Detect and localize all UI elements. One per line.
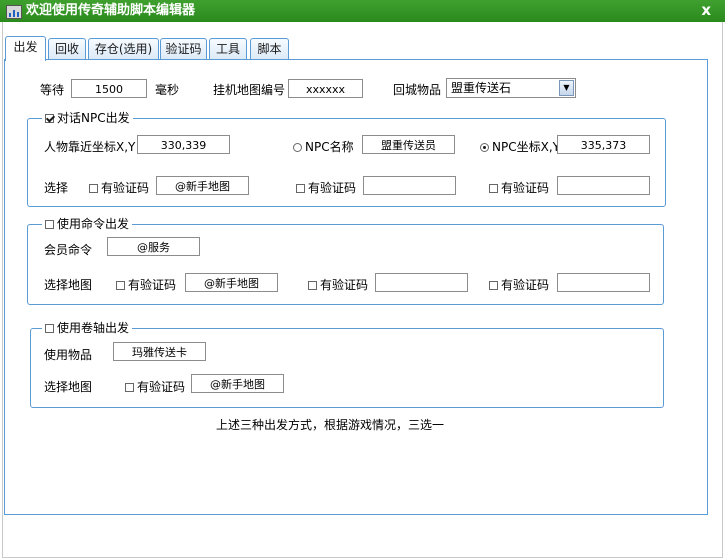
captcha-label: 有验证码 (501, 181, 550, 195)
scroll-depart-checkbox[interactable] (45, 324, 54, 333)
return-item-value: 盟重传送石 (451, 81, 512, 95)
return-item-label: 回城物品 (393, 83, 442, 97)
npc-name-radio[interactable]: NPC名称 (293, 140, 354, 154)
captcha-label: 有验证码 (308, 181, 357, 195)
member-cmd-label: 会员命令 (44, 243, 93, 257)
captcha-label: 有验证码 (501, 278, 550, 292)
npc-coord-label: NPC坐标X,Y (492, 140, 560, 154)
npc-coord-input[interactable]: 335,373 (557, 135, 650, 154)
captcha-label: 有验证码 (137, 380, 186, 394)
return-item-select[interactable]: 盟重传送石 ▼ (446, 78, 576, 98)
app-icon (6, 5, 22, 19)
tab-recycle[interactable]: 回收 (48, 38, 86, 60)
wait-label: 等待 (40, 83, 65, 97)
command-option-input-1[interactable]: @新手地图 (185, 273, 278, 292)
map-id-label: 挂机地图编号 (213, 83, 286, 97)
npc-coord-radio-icon[interactable] (480, 143, 489, 152)
tab-storage[interactable]: 存仓(选用) (88, 38, 159, 60)
npc-depart-checkbox[interactable] (45, 114, 54, 123)
npc-name-radio-icon[interactable] (293, 143, 302, 152)
checkbox-icon[interactable] (296, 184, 305, 193)
command-depart-checkbox[interactable] (45, 220, 54, 229)
checkbox-icon[interactable] (489, 281, 498, 290)
tab-script[interactable]: 脚本 (250, 38, 289, 60)
wait-unit-label: 毫秒 (155, 83, 180, 97)
tab-captcha[interactable]: 验证码 (160, 38, 207, 60)
scroll-depart-title[interactable]: 使用卷轴出发 (42, 321, 133, 335)
tab-depart[interactable]: 出发 (5, 36, 46, 61)
npc-coord-radio[interactable]: NPC坐标X,Y (480, 140, 560, 154)
npc-captcha-check-1[interactable]: 有验证码 (89, 181, 149, 195)
footer-note: 上述三种出发方式，根据游戏情况，三选一 (216, 418, 445, 432)
window-title: 欢迎使用传奇辅助脚本编辑器 (26, 3, 196, 18)
npc-option-input-3[interactable] (557, 176, 650, 195)
char-pos-input[interactable]: 330,339 (137, 135, 230, 154)
captcha-label: 有验证码 (128, 278, 177, 292)
char-pos-label: 人物靠近坐标X,Y (44, 140, 136, 154)
use-item-label: 使用物品 (44, 348, 93, 362)
scroll-option-input[interactable]: @新手地图 (191, 374, 284, 393)
title-bar: 欢迎使用传奇辅助脚本编辑器 x (0, 0, 725, 22)
command-option-input-3[interactable] (557, 273, 650, 292)
chevron-down-icon[interactable]: ▼ (559, 80, 574, 96)
map-id-input[interactable]: xxxxxx (288, 79, 363, 98)
npc-depart-title-label: 对话NPC出发 (57, 111, 130, 125)
close-icon[interactable]: x (701, 1, 711, 19)
captcha-label: 有验证码 (101, 181, 150, 195)
scroll-depart-title-label: 使用卷轴出发 (57, 321, 130, 335)
wait-input[interactable]: 1500 (71, 79, 147, 98)
checkbox-icon[interactable] (116, 281, 125, 290)
use-item-input[interactable]: 玛雅传送卡 (113, 342, 206, 361)
command-option-input-2[interactable] (375, 273, 468, 292)
checkbox-icon[interactable] (125, 383, 134, 392)
checkbox-icon[interactable] (489, 184, 498, 193)
scroll-select-map-label: 选择地图 (44, 380, 93, 394)
command-captcha-check-3[interactable]: 有验证码 (489, 278, 549, 292)
npc-option-input-1[interactable]: @新手地图 (156, 176, 249, 195)
member-cmd-input[interactable]: @服务 (107, 237, 200, 256)
npc-option-input-2[interactable] (363, 176, 456, 195)
scroll-captcha-check[interactable]: 有验证码 (125, 380, 185, 394)
npc-captcha-check-2[interactable]: 有验证码 (296, 181, 356, 195)
command-captcha-check-2[interactable]: 有验证码 (308, 278, 368, 292)
npc-name-label: NPC名称 (305, 140, 354, 154)
scroll-depart-group (30, 328, 664, 408)
npc-depart-title[interactable]: 对话NPC出发 (42, 111, 133, 125)
captcha-label: 有验证码 (320, 278, 369, 292)
tab-tools[interactable]: 工具 (209, 38, 247, 60)
command-depart-title[interactable]: 使用命令出发 (42, 217, 133, 231)
npc-select-label: 选择 (44, 181, 69, 195)
checkbox-icon[interactable] (308, 281, 317, 290)
npc-name-input[interactable]: 盟重传送员 (362, 135, 455, 154)
command-select-map-label: 选择地图 (44, 278, 93, 292)
npc-captcha-check-3[interactable]: 有验证码 (489, 181, 549, 195)
checkbox-icon[interactable] (89, 184, 98, 193)
command-captcha-check-1[interactable]: 有验证码 (116, 278, 176, 292)
command-depart-title-label: 使用命令出发 (57, 217, 130, 231)
